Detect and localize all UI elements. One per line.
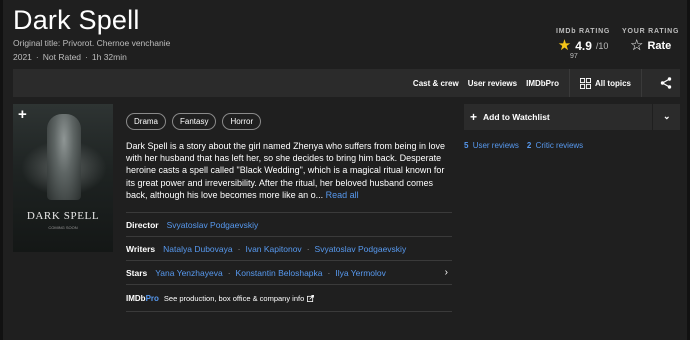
release-year[interactable]: 2021 [13,52,32,62]
add-to-watchlist-button[interactable]: + Add to Watchlist ⌄ [464,104,680,130]
original-title: Original title: Privorot. Chernoe vencha… [13,38,171,48]
grid-icon [579,77,591,89]
your-rating-label: YOUR RATING [622,28,680,35]
poster-figure [47,114,81,200]
chevron-down-icon[interactable]: ⌄ [663,111,671,122]
imdbpro-logo-b: Pro [145,293,159,303]
director-link[interactable]: Svyatoslav Podgaevskiy [167,220,259,230]
chevron-right-icon[interactable]: › [445,267,448,278]
star-link[interactable]: Ilya Yermolov [335,268,386,278]
star-outline-icon: ☆ [629,37,644,54]
add-to-watchlist-plus-icon[interactable]: + [18,106,27,123]
writers-label: Writers [126,243,156,254]
plus-icon: + [470,110,478,124]
star-link[interactable]: Yana Yenzhayeva [155,268,222,278]
vote-count: 97 [570,53,578,60]
director-row: Director Svyatoslav Podgaevskiy [126,212,452,236]
imdb-rating[interactable]: IMDb RATING ★ 4.9/10 97 [556,28,610,60]
writer-link[interactable]: Svyatoslav Podgaevskiy [315,244,407,254]
plot-summary: Dark Spell is a story about the girl nam… [126,140,448,201]
meta-separator: · [85,52,88,62]
title-meta: 2021 · Not Rated · 1h 32min [13,52,127,62]
nav-cast-crew[interactable]: Cast & crew [413,79,459,88]
credit-separator: · [237,243,241,254]
review-links: 5 User reviews 2 Critic reviews [464,141,583,150]
external-link-icon [307,294,315,302]
credits: Director Svyatoslav Podgaevskiy Writers … [126,212,452,312]
all-topics-label: All topics [594,78,631,88]
imdbpro-row[interactable]: IMDbPro See production, box office & com… [126,284,452,312]
imdbpro-logo: IMDbPro [126,294,159,303]
imdb-score-max: /10 [595,40,609,51]
writers-row: Writers Natalya Dubovaya · Ivan Kapitono… [126,236,452,260]
imdbpro-logo-a: IMDb [126,293,146,303]
credit-separator: · [227,267,231,278]
imdbpro-link[interactable]: See production, box office & company inf… [164,294,304,303]
critic-reviews-label: Critic reviews [535,141,584,150]
star-link[interactable]: Konstantin Beloshapka [236,268,323,278]
credit-separator: · [306,243,310,254]
genre-chip-drama[interactable]: Drama [126,113,167,130]
director-label: Director [126,219,159,230]
imdb-rating-label: IMDb RATING [556,28,611,35]
user-reviews-link[interactable]: 5 User reviews [464,141,519,150]
poster[interactable]: DARK SPELL COMING SOON [13,104,113,252]
critic-reviews-count: 2 [526,141,532,150]
nav-user-reviews[interactable]: User reviews [468,79,517,88]
genre-chip-fantasy[interactable]: Fantasy [172,113,217,130]
page-title: Dark Spell [13,5,140,35]
writer-link[interactable]: Ivan Kapitonov [245,244,301,254]
genre-chips: Drama Fantasy Horror [126,113,262,130]
genre-chip-horror[interactable]: Horror [222,113,262,130]
rate-button[interactable]: Rate [647,40,671,52]
plot-text: Dark Spell is a story about the girl nam… [126,141,445,200]
page: Dark Spell Original title: Privorot. Che… [0,0,690,340]
your-rating[interactable]: YOUR RATING ☆ Rate [622,28,679,53]
read-all-link[interactable]: Read all [326,190,359,200]
nav-divider [568,69,570,97]
writer-link[interactable]: Natalya Dubovaya [163,244,232,254]
meta-separator: · [35,52,39,62]
stars-label: Stars [126,267,148,278]
credit-separator: · [327,267,331,278]
runtime: 1h 32min [91,52,127,62]
stars-row[interactable]: Stars Yana Yenzhayeva · Konstantin Belos… [126,260,452,284]
nav-imdbpro[interactable]: IMDbPro [526,79,559,88]
imdb-score: 4.9 [575,38,592,53]
watchlist-divider [652,104,653,130]
certificate[interactable]: Not Rated [43,52,81,62]
poster-subtitle: COMING SOON [48,225,78,230]
user-reviews-label: User reviews [472,141,519,150]
all-topics-button[interactable]: All topics [579,77,631,89]
nav-divider [641,69,642,97]
share-icon[interactable] [660,77,672,89]
user-reviews-count: 5 [464,141,469,150]
subnav-bar: Cast & crew User reviews IMDbPro All top… [13,69,680,97]
watchlist-label: Add to Watchlist [483,112,550,122]
poster-title: DARK SPELL [26,210,100,222]
critic-reviews-link[interactable]: 2 Critic reviews [527,141,583,150]
star-filled-icon: ★ [557,37,572,54]
